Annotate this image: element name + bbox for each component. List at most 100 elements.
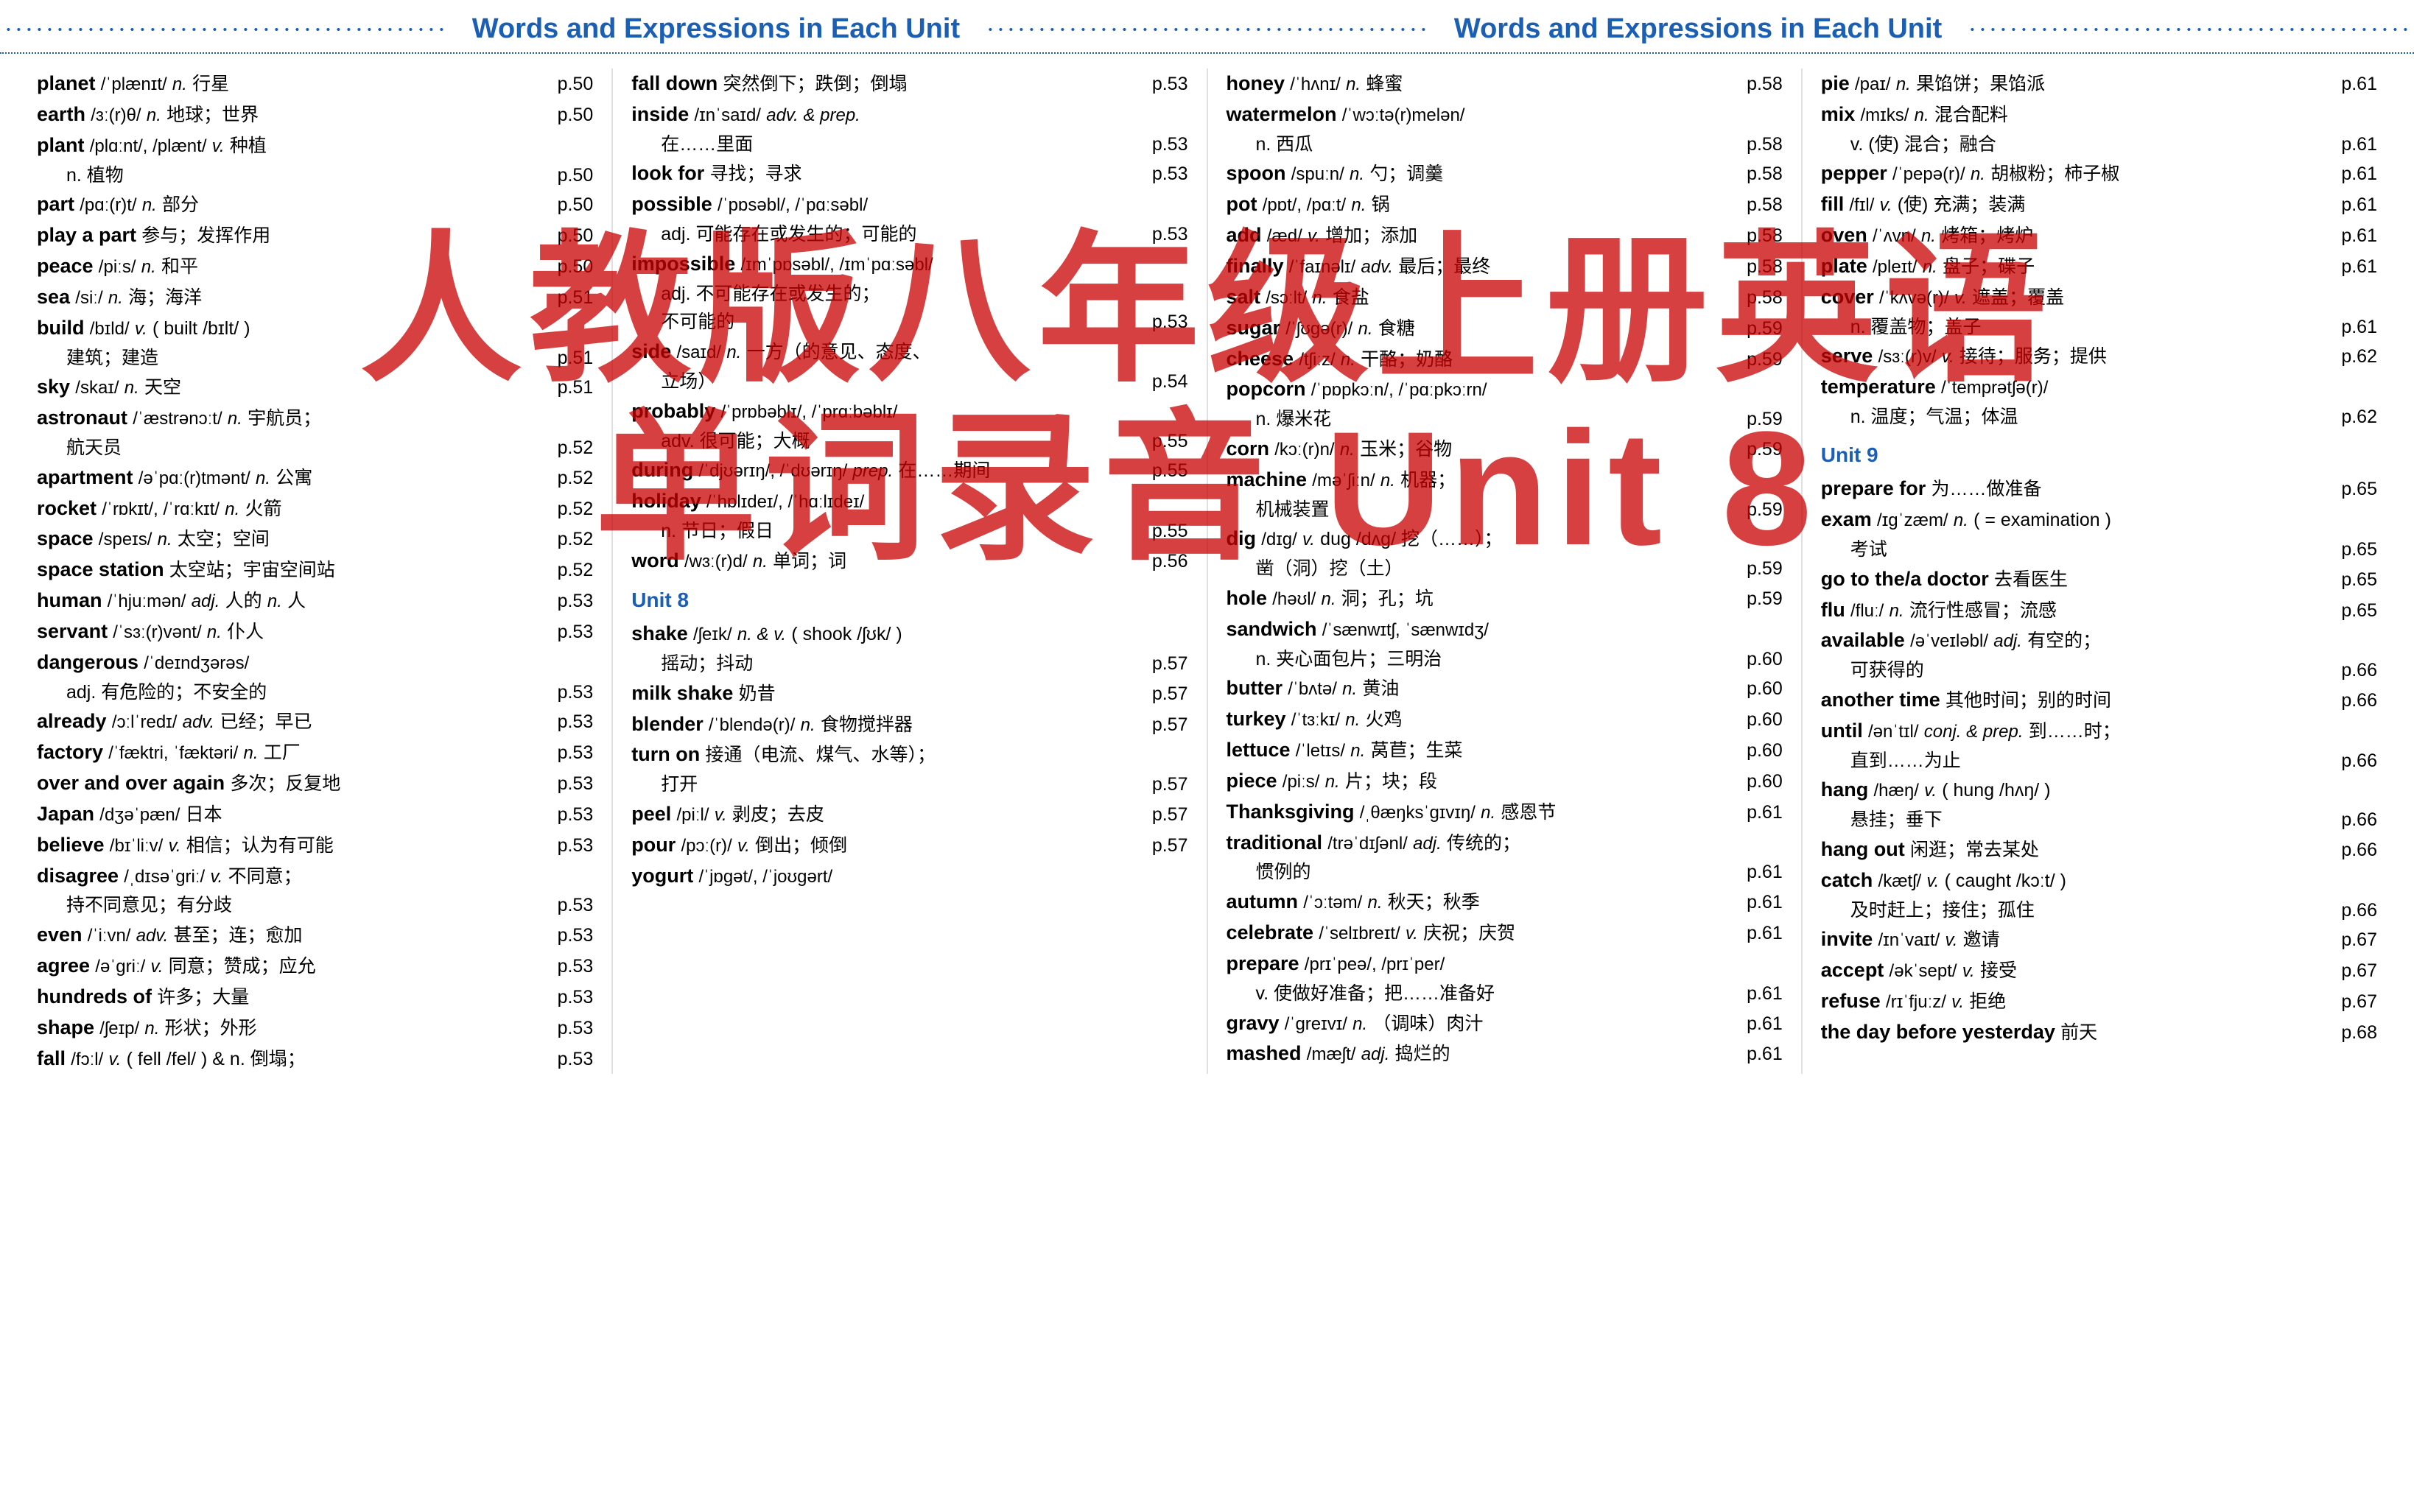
entry-19: 可获得的p.66	[1821, 656, 2377, 685]
entry-content: believe /bɪˈliːv/ v. 相信；认为有可能	[37, 830, 334, 861]
content-area: planet /ˈplænɪt/ n. 行星p.50earth /ɜː(r)θ/…	[0, 54, 2414, 1089]
entry-content: go to the/a doctor 去看医生	[1821, 564, 2068, 595]
entry-content: dig /dɪɡ/ v. dug /dʌɡ/ 挖（……）；	[1227, 524, 1503, 555]
entry-8: 不可能的p.53	[631, 308, 1187, 337]
meaning2: 人	[287, 591, 306, 611]
col-divider-2	[1207, 68, 1208, 1074]
indent-text: n. 节日；假日	[661, 517, 773, 546]
entry-9: cheese /tʃiːz/ n. 干酪；奶酪p.59	[1227, 344, 1783, 375]
word: pour	[631, 834, 676, 856]
page-num: p.50	[541, 101, 593, 130]
pos: n.	[1313, 288, 1327, 308]
indent-text: 立场）	[661, 368, 716, 396]
pos: n.	[124, 378, 139, 398]
pos: v.	[135, 319, 147, 339]
phonetic: /ˈtemprətʃə(r)/	[1941, 378, 2048, 398]
entry-7: salt /sɔːlt/ n. 食盐p.58	[1227, 282, 1783, 313]
word: fall	[37, 1047, 66, 1069]
entry-1: inside /ɪnˈsaɪd/ adv. & prep.	[631, 99, 1187, 130]
entry-content: Thanksgiving /ˌθæŋksˈɡɪvɪŋ/ n. 感恩节	[1227, 797, 1557, 828]
phonetic: /ˈʌvn/	[1873, 226, 1916, 246]
word: refuse	[1821, 990, 1881, 1012]
page-num: p.53	[541, 1014, 593, 1043]
entry-content: serve /sɜː(r)v/ v. 接待；服务；提供	[1821, 341, 2107, 372]
pos: n.	[1341, 350, 1355, 370]
entry-content: piece /piːs/ n. 片；块；段	[1227, 766, 1437, 797]
phonetic: /fɔːl/	[71, 1049, 103, 1069]
word: earth	[37, 103, 85, 125]
entry-content: hundreds of 许多；大量	[37, 982, 249, 1013]
entry-content: play a part 参与；发挥作用	[37, 220, 270, 251]
pos: conj. & prep.	[1924, 722, 2024, 742]
word: believe	[37, 834, 105, 856]
entry-content: mix /mɪks/ n. 混合配料	[1821, 99, 2008, 130]
entry-9: side /saɪd/ n. 一方（的意见、态度、	[631, 337, 1187, 368]
word: turn on	[631, 743, 700, 765]
meaning: 混合配料	[1934, 105, 2008, 125]
pos: v.	[715, 805, 727, 825]
pos: adv.	[1361, 257, 1393, 277]
pos: v.	[737, 836, 750, 856]
page-num: p.56	[1137, 547, 1188, 576]
word: hole	[1227, 587, 1268, 609]
phonetic: /ˈiːvn/	[88, 926, 131, 946]
page-num: p.51	[541, 373, 593, 402]
indent-text: 凿（洞）挖（土）	[1256, 555, 1403, 583]
entry-content: pour /pɔː(r)/ v. 倒出；倾倒	[631, 830, 847, 861]
pos: v.	[1880, 195, 1892, 215]
entry-10: temperature /ˈtemprətʃə(r)/	[1821, 372, 2377, 403]
entry-31: the day before yesterday 前天p.68	[1821, 1017, 2377, 1048]
word: shape	[37, 1016, 94, 1038]
pos: v.	[1308, 226, 1320, 246]
phonetic: /sɔːlt/	[1266, 288, 1307, 308]
page-num: p.57	[1137, 680, 1188, 708]
entry-10: sky /skaɪ/ n. 天空p.51	[37, 372, 593, 403]
page-num: p.65	[2326, 535, 2377, 564]
entry-content: even /ˈiːvn/ adv. 甚至；连；愈加	[37, 920, 303, 951]
page-num: p.58	[1731, 160, 1783, 189]
meaning: 盘子；碟子	[1943, 256, 2035, 277]
phonetic: /ˈhjuːmən/	[108, 591, 186, 611]
pos: v.	[1926, 871, 1939, 891]
indent-text: 及时赶上；接住；孤住	[1850, 896, 2035, 925]
entry-content: honey /ˈhʌnɪ/ n. 蜂蜜	[1227, 68, 1403, 99]
meaning: 果馅饼；果馅派	[1916, 74, 2045, 94]
entry-0: fall down 突然倒下；跌倒；倒塌p.53	[631, 68, 1187, 99]
page-num: p.53	[541, 618, 593, 647]
entry-content: agree /əˈɡriː/ v. 同意；赞成；应允	[37, 951, 316, 982]
page-num: p.54	[1137, 368, 1188, 396]
meaning: 倒出；倾倒	[755, 835, 847, 856]
phonetic: /pɒt/, /pɑːt/	[1263, 195, 1346, 215]
page-num: p.61	[2326, 222, 2377, 250]
word: plate	[1821, 255, 1867, 277]
pos: n.	[726, 342, 741, 362]
phonetic: /ɪmˈpɒsəbl/, /ɪmˈpɑːsəbl/	[741, 255, 933, 275]
word: mashed	[1227, 1042, 1302, 1064]
pos: v.	[169, 836, 181, 856]
entry-4: fill /fɪl/ v. (使) 充满；装满p.61	[1821, 189, 2377, 220]
entry-12: corn /kɔː(r)n/ n. 玉米；谷物p.59	[1227, 434, 1783, 465]
entry-17: hole /həʊl/ n. 洞；孔；坑p.59	[1227, 583, 1783, 614]
entry-32: mashed /mæʃt/ adj. 捣烂的p.61	[1227, 1038, 1783, 1069]
page-num: p.59	[1731, 405, 1783, 434]
entry-20: adj. 有危险的；不安全的p.53	[37, 678, 593, 707]
phonetic: /ˈfaɪnəlɪ/	[1289, 257, 1355, 277]
entry-8: n. 覆盖物；盖子p.61	[1821, 313, 2377, 342]
meaning: 种植	[230, 136, 267, 156]
entry-content: sandwich /ˈsænwɪtʃ, ˈsænwɪdʒ/	[1227, 614, 1489, 645]
word: over and over again	[37, 772, 225, 794]
entry-content: planet /ˈplænɪt/ n. 行星	[37, 68, 229, 99]
word: temperature	[1821, 376, 1936, 398]
entry-14: exam /ɪɡˈzæm/ n. ( = examination )	[1821, 504, 2377, 535]
phonetic: /ˈwɔːtə(r)melən/	[1342, 105, 1465, 125]
phonetic: /ˌθæŋksˈɡɪvɪŋ/	[1360, 803, 1476, 823]
word: the day before yesterday	[1821, 1021, 2055, 1043]
entry-22: factory /ˈfæktri, ˈfæktəri/ n. 工厂p.53	[37, 737, 593, 768]
entry-content: build /bɪld/ v. ( built /bɪlt/ )	[37, 313, 250, 344]
pos: n.	[1350, 164, 1364, 184]
entry-17: flu /fluː/ n. 流行性感冒；流感p.65	[1821, 595, 2377, 626]
word: side	[631, 340, 671, 362]
word: hang	[1821, 778, 1869, 801]
meaning: 莴苣；生菜	[1370, 740, 1462, 761]
word: autumn	[1227, 890, 1299, 913]
